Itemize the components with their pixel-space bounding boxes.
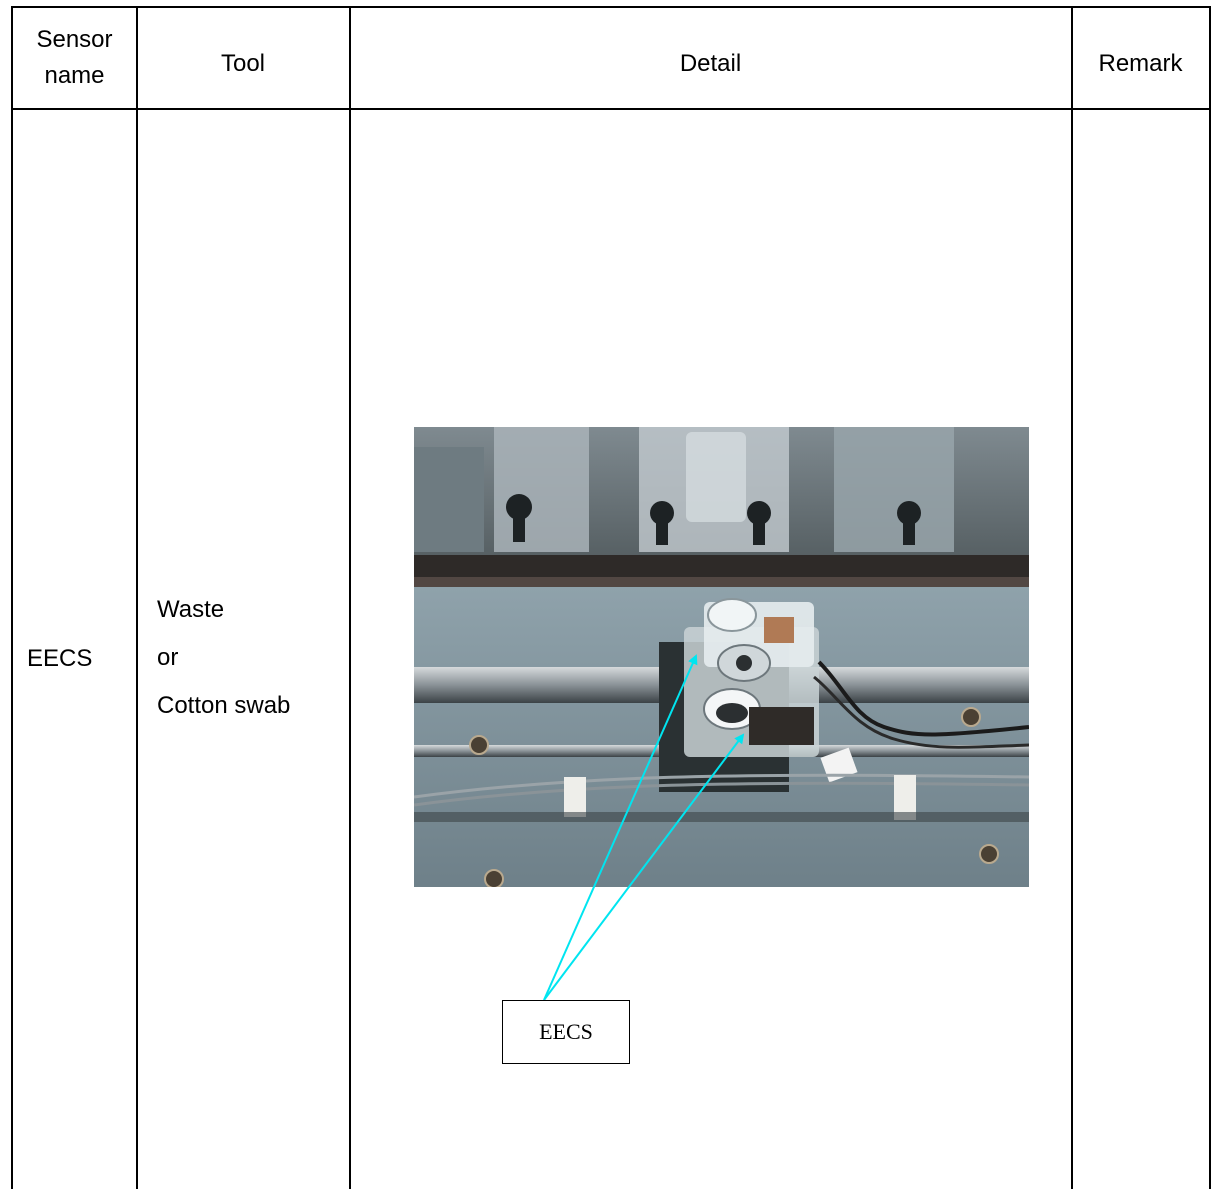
tool-line: Waste bbox=[157, 596, 225, 623]
tool-line: Cotton swab bbox=[157, 692, 291, 719]
cell-sensor-name: EECS bbox=[27, 645, 93, 672]
sensor-photo-drawing bbox=[414, 427, 1029, 887]
header-remark: Remark bbox=[1098, 50, 1183, 77]
header-detail: Detail bbox=[679, 50, 742, 77]
table-border-right bbox=[1209, 6, 1211, 1189]
eecs-callout-label: EECS bbox=[502, 1000, 630, 1064]
header-tool: Tool bbox=[220, 50, 266, 77]
eecs-callout-text: EECS bbox=[539, 1019, 593, 1044]
col-divider-2 bbox=[349, 6, 351, 1189]
col-divider-3 bbox=[1071, 6, 1073, 1189]
header-divider bbox=[11, 108, 1211, 110]
sensor-photo bbox=[414, 427, 1029, 887]
col-divider-1 bbox=[136, 6, 138, 1189]
table-border-top bbox=[11, 6, 1211, 8]
table-border-left bbox=[11, 6, 13, 1189]
tool-line: or bbox=[157, 644, 179, 671]
header-sensor-name: Sensor name bbox=[36, 26, 113, 89]
